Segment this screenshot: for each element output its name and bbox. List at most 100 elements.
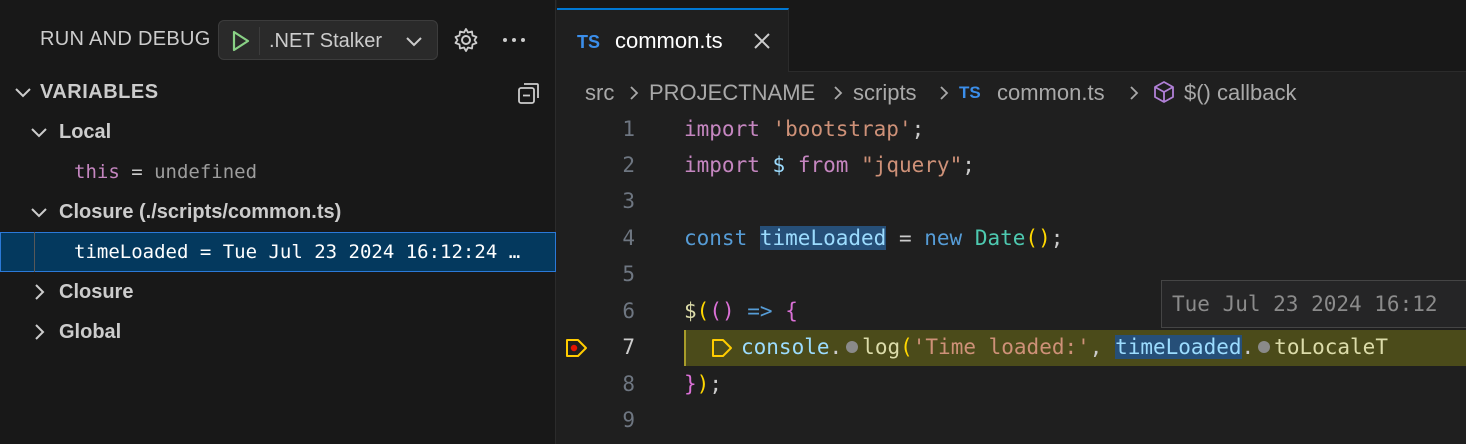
breadcrumb-src[interactable]: src — [585, 80, 614, 106]
line-number: 4 — [622, 226, 635, 250]
launch-config-name[interactable]: .NET Stalker — [269, 30, 382, 53]
code-line[interactable]: 8 }); — [557, 367, 1466, 403]
paren-open: ( — [900, 335, 913, 359]
code-line-current[interactable]: 7 console. log('Time loaded:', timeLoaded… — [557, 330, 1466, 366]
identifier-timeloaded: timeLoaded — [759, 226, 887, 250]
typescript-file-icon: TS — [959, 83, 981, 102]
debug-hover-value[interactable]: Tue Jul 23 2024 16:12 — [1161, 280, 1466, 328]
semicolon: ; — [1050, 226, 1064, 250]
close-icon[interactable] — [751, 30, 773, 52]
chevron-right-icon — [834, 86, 843, 100]
gear-icon[interactable] — [452, 26, 480, 54]
scope-closure[interactable]: Closure — [0, 272, 556, 312]
scope-global[interactable]: Global — [0, 312, 556, 352]
variable-value: undefined — [154, 161, 258, 183]
typescript-file-icon: TS — [577, 32, 601, 52]
semicolon: ; — [962, 153, 975, 177]
string-literal: 'bootstrap' — [772, 117, 912, 141]
variable-name: timeLoaded — [74, 241, 189, 263]
identifier-console: console — [741, 335, 830, 359]
chevron-right-icon[interactable] — [28, 321, 50, 343]
line-number: 2 — [622, 153, 635, 177]
breadcrumb-symbol[interactable]: $() callback — [1184, 80, 1296, 106]
brace-open: { — [785, 299, 798, 323]
line-number: 1 — [622, 117, 635, 141]
type-date: Date — [974, 226, 1026, 250]
line-number: 3 — [622, 189, 635, 213]
scope-local-label: Local — [59, 121, 112, 143]
line-number: 6 — [622, 299, 635, 323]
scope-closure-file[interactable]: Closure (./scripts/common.ts) — [0, 192, 556, 232]
play-icon[interactable] — [227, 28, 253, 54]
operator-equals: = — [886, 226, 925, 250]
breadcrumb-project[interactable]: PROJECTNAME — [649, 80, 815, 106]
hover-value-text: Tue Jul 23 2024 16:12 — [1172, 292, 1438, 316]
code-line[interactable]: 4 const timeLoaded = new Date(); — [557, 221, 1466, 257]
launch-config-separator — [259, 27, 260, 55]
keyword-from: from — [797, 153, 849, 177]
method-tolocalestring: toLocaleT — [1274, 335, 1388, 359]
chevron-down-icon[interactable] — [403, 30, 425, 52]
chevron-right-icon — [940, 86, 949, 100]
breadcrumb: src PROJECTNAME scripts TS common.ts $()… — [557, 72, 1466, 112]
keyword-new: new — [924, 226, 963, 250]
scope-closure-file-label: Closure (./scripts/common.ts) — [59, 201, 342, 223]
comma: , — [1089, 335, 1116, 359]
tab-filename[interactable]: common.ts — [615, 28, 723, 54]
paren-open: ( — [696, 299, 710, 323]
dot-operator: . — [829, 335, 843, 359]
debug-header: RUN AND DEBUG .NET Stalker — [0, 0, 556, 72]
identifier-dollar: $ — [772, 153, 786, 177]
chevron-down-icon[interactable] — [28, 121, 50, 143]
scope-local[interactable]: Local — [0, 112, 556, 152]
parentheses: () — [1025, 226, 1051, 250]
inline-breakpoint-dot[interactable] — [1258, 340, 1271, 353]
keyword-import: import — [684, 153, 760, 177]
scope-global-label: Global — [59, 321, 122, 343]
line-number: 5 — [622, 262, 635, 286]
arrow-operator: => — [747, 299, 773, 323]
collapse-all-icon[interactable] — [516, 80, 542, 106]
code-line[interactable]: 9 — [557, 403, 1466, 439]
code-line[interactable]: 3 — [557, 184, 1466, 220]
paren-close: ) — [696, 372, 710, 396]
identifier-dollar: $ — [684, 299, 697, 323]
semicolon: ; — [911, 117, 925, 141]
variable-row-this[interactable]: this = undefined — [0, 152, 556, 192]
editor-area: TS common.ts src PROJECTNAME scripts TS … — [557, 0, 1466, 444]
code-line[interactable]: 1 import 'bootstrap'; — [557, 112, 1466, 148]
scope-closure-label: Closure — [59, 281, 134, 303]
breadcrumb-file[interactable]: common.ts — [997, 80, 1105, 106]
inline-breakpoint-icon[interactable] — [711, 338, 733, 358]
stack-frame-pointer-icon[interactable] — [565, 337, 589, 359]
variables-section-header[interactable]: VARIABLES — [0, 72, 556, 112]
debug-side-panel: RUN AND DEBUG .NET Stalker VARIABLES Loc… — [0, 0, 556, 444]
line-number: 7 — [622, 335, 635, 359]
editor-tab-bar: TS common.ts — [557, 0, 1466, 72]
inline-breakpoint-dot[interactable] — [846, 340, 859, 353]
variable-row-timeloaded[interactable]: timeLoaded = Tue Jul 23 2024 16:12:24 … — [0, 232, 556, 272]
identifier-timeloaded: timeLoaded — [1115, 335, 1242, 359]
line-number: 9 — [622, 408, 635, 432]
variable-value: Tue Jul 23 2024 16:12:24 … — [222, 241, 521, 263]
tab-common-ts[interactable]: TS common.ts — [557, 8, 789, 72]
launch-config-select[interactable]: .NET Stalker — [218, 20, 438, 60]
variable-name: this — [74, 161, 120, 183]
indent-guide — [34, 232, 35, 272]
chevron-right-icon — [1130, 86, 1139, 100]
more-icon[interactable] — [500, 26, 528, 54]
line-number: 8 — [622, 372, 635, 396]
string-literal: 'Time loaded:' — [912, 335, 1090, 359]
chevron-down-icon[interactable] — [12, 81, 34, 103]
dot-operator: . — [1241, 335, 1255, 359]
string-literal: "jquery" — [861, 153, 963, 177]
keyword-import: import — [684, 117, 760, 141]
keyword-const: const — [684, 226, 748, 250]
brace-close: } — [684, 372, 697, 396]
breadcrumb-scripts[interactable]: scripts — [853, 80, 917, 106]
variable-equals: = — [119, 161, 155, 183]
chevron-right-icon — [630, 86, 639, 100]
chevron-down-icon[interactable] — [28, 201, 50, 223]
code-line[interactable]: 2 import $ from "jquery"; — [557, 148, 1466, 184]
chevron-right-icon[interactable] — [28, 281, 50, 303]
